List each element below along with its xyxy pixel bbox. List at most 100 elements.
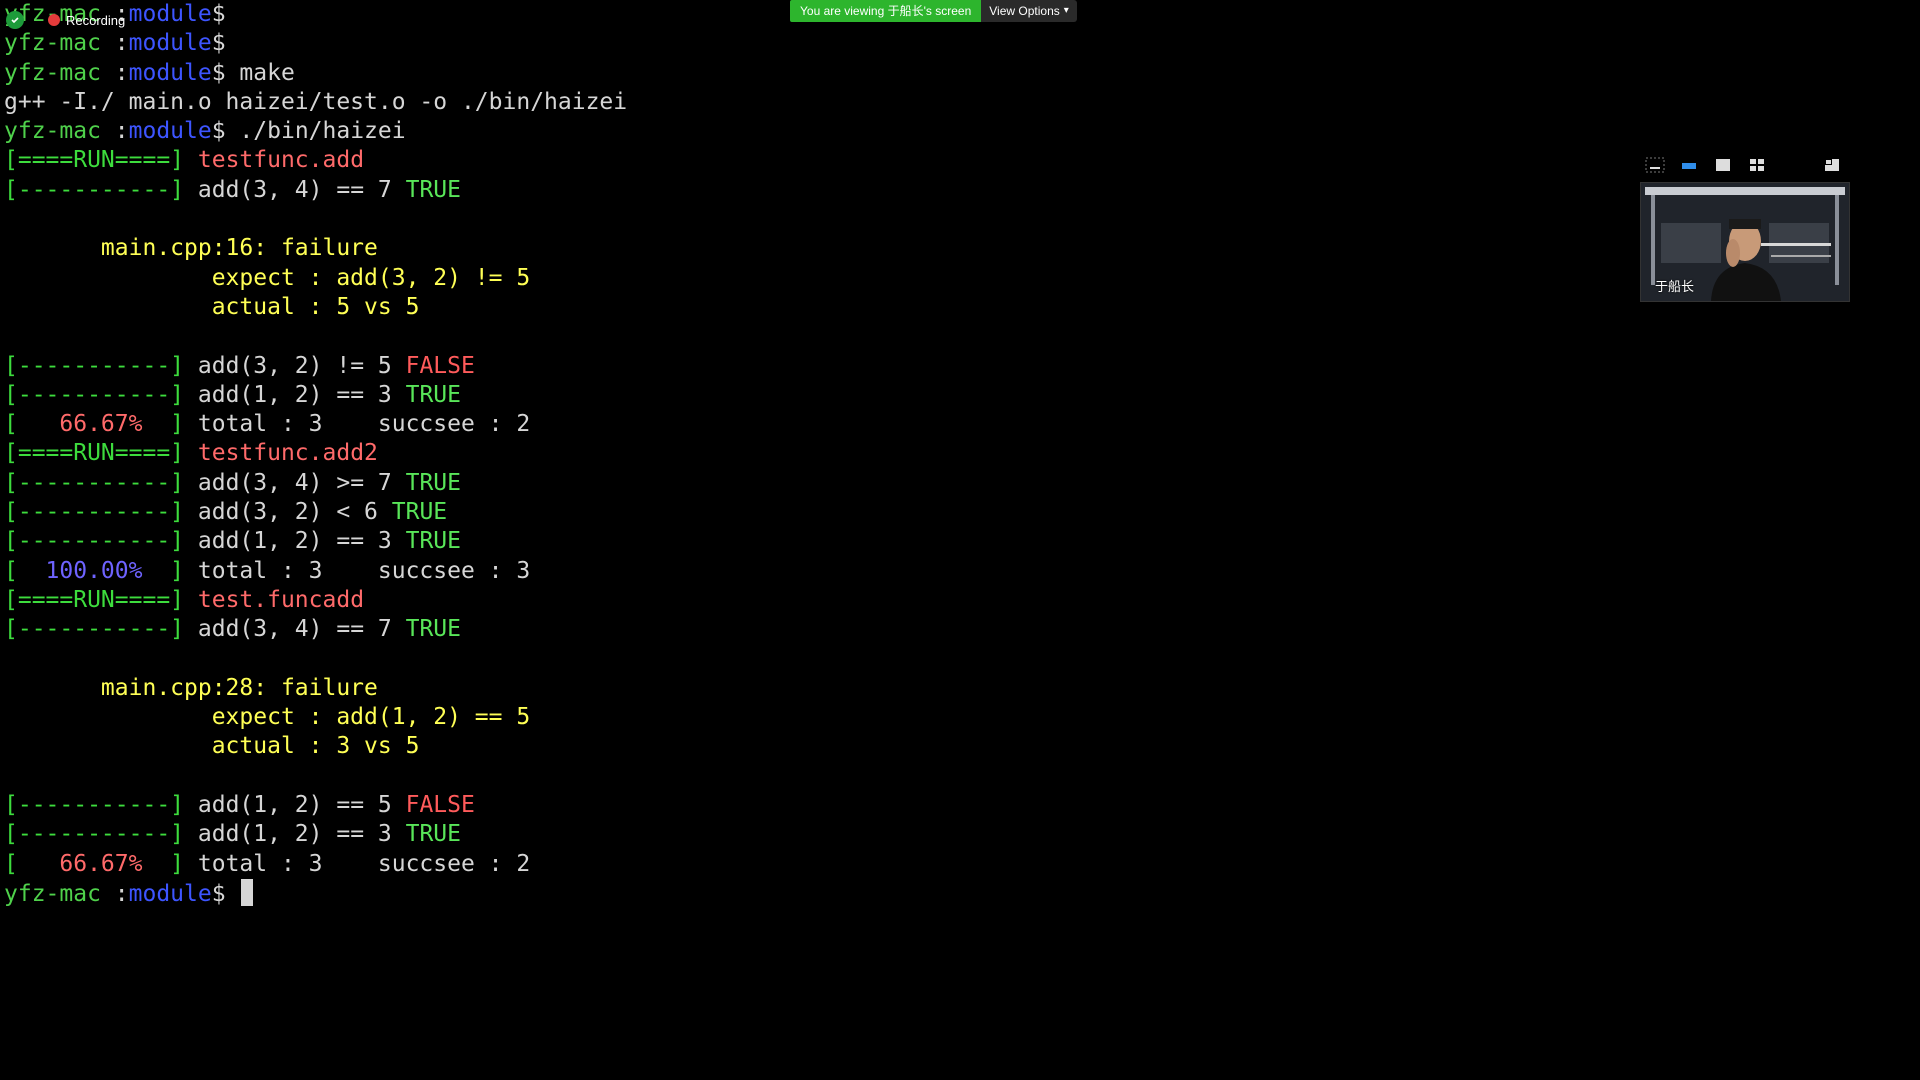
terminal-text-segment: add(3, 4) >= 7 bbox=[197, 469, 406, 496]
terminal-line: [-----------] add(3, 2) != 5 FALSE bbox=[4, 352, 1624, 381]
terminal-text-segment: testfunc.add2 bbox=[197, 440, 378, 467]
terminal-text-segment: : bbox=[114, 118, 129, 145]
terminal-text-segment: 100.00% bbox=[45, 557, 143, 584]
terminal-text-segment: [-----------] bbox=[4, 176, 198, 203]
terminal-text-segment: module bbox=[128, 59, 212, 86]
terminal-text-segment: total : 3 succsee : 2 bbox=[197, 411, 531, 438]
terminal-line: yfz-mac :module$ make bbox=[4, 59, 1624, 88]
chevron-down-icon: ▾ bbox=[1063, 5, 1069, 16]
exit-fullscreen-video-button[interactable] bbox=[1821, 156, 1843, 174]
terminal-line: actual : 3 vs 5 bbox=[4, 732, 1624, 761]
terminal-line: yfz-mac :module$ ./bin/haizei bbox=[4, 117, 1624, 146]
recording-indicator[interactable]: Recording bbox=[6, 8, 125, 32]
terminal-text-segment: [-----------] bbox=[4, 381, 198, 408]
terminal-line: [-----------] add(3, 2) < 6 TRUE bbox=[4, 498, 1624, 527]
terminal-text-segment: module bbox=[128, 30, 212, 57]
terminal-output[interactable]: yfz-mac :module$ yfz-mac :module$ yfz-mac … bbox=[4, 0, 1624, 1080]
view-options-button[interactable]: View Options ▾ bbox=[981, 0, 1077, 22]
terminal-text-segment: module bbox=[128, 1, 212, 27]
minimize-video-button[interactable] bbox=[1644, 156, 1666, 174]
viewing-screen-status: You are viewing 于船长's screen bbox=[790, 0, 982, 22]
terminal-text-segment: add(3, 4) == 7 bbox=[197, 616, 406, 643]
terminal-line: [-----------] add(1, 2) == 5 FALSE bbox=[4, 791, 1624, 820]
terminal-text-segment: $ bbox=[211, 30, 226, 57]
terminal-text-segment: add(1, 2) == 3 bbox=[197, 821, 406, 848]
terminal-line: main.cpp:16: failure bbox=[4, 234, 1624, 263]
terminal-text-segment: expect : add(1, 2) == 5 bbox=[4, 704, 531, 731]
terminal-text-segment: [-----------] bbox=[4, 499, 198, 526]
terminal-line: [ 66.67% ] total : 3 succsee : 2 bbox=[4, 850, 1624, 879]
terminal-text-segment: FALSE bbox=[405, 352, 475, 379]
terminal-text-segment: [====RUN====] bbox=[4, 147, 198, 174]
recording-dot-icon bbox=[48, 14, 60, 26]
terminal-line: [-----------] add(1, 2) == 3 TRUE bbox=[4, 381, 1624, 410]
terminal-line: [====RUN====] testfunc.add2 bbox=[4, 439, 1624, 468]
terminal-text-segment: yfz-mac bbox=[4, 118, 115, 145]
view-options-label: View Options bbox=[989, 4, 1060, 18]
terminal-line: [-----------] add(3, 4) == 7 TRUE bbox=[4, 176, 1624, 205]
hide-video-button[interactable] bbox=[1678, 156, 1700, 174]
terminal-text-segment: expect : add(3, 2) != 5 bbox=[4, 264, 531, 291]
terminal-text-segment: ] bbox=[142, 557, 198, 584]
terminal-line: yfz-mac :module$ bbox=[4, 878, 1624, 908]
terminal-text-segment: [-----------] bbox=[4, 528, 198, 555]
terminal-text-segment: add(1, 2) == 3 bbox=[197, 381, 406, 408]
terminal-line: expect : add(1, 2) == 5 bbox=[4, 703, 1624, 732]
terminal-text-segment: main.cpp:28: failure bbox=[4, 674, 378, 701]
terminal-text-segment: TRUE bbox=[405, 616, 461, 643]
terminal-text-segment: [====RUN====] bbox=[4, 586, 198, 613]
terminal-text-segment: [-----------] bbox=[4, 469, 198, 496]
terminal-line: [-----------] add(1, 2) == 3 TRUE bbox=[4, 527, 1624, 556]
terminal-line: main.cpp:28: failure bbox=[4, 674, 1624, 703]
gallery-view-icon[interactable] bbox=[1746, 156, 1768, 174]
terminal-text-segment: TRUE bbox=[405, 469, 461, 496]
terminal-text-segment: TRUE bbox=[405, 821, 461, 848]
participant-name: 于船长 bbox=[1655, 279, 1695, 294]
terminal-cursor bbox=[241, 878, 254, 906]
terminal-text-segment: add(3, 4) == 7 bbox=[197, 176, 406, 203]
terminal-line: [====RUN====] testfunc.add bbox=[4, 146, 1624, 175]
terminal-line: [-----------] add(1, 2) == 3 TRUE bbox=[4, 820, 1624, 849]
terminal-line: actual : 5 vs 5 bbox=[4, 293, 1624, 322]
terminal-text-segment: total : 3 succsee : 2 bbox=[197, 850, 531, 877]
terminal-text-segment: TRUE bbox=[391, 499, 448, 526]
terminal-text-segment: add(3, 2) != 5 bbox=[197, 352, 406, 379]
terminal-text-segment: g++ -I./ main.o haizei/test.o -o ./bin/h… bbox=[4, 88, 628, 115]
terminal-line: yfz-mac :module$ bbox=[4, 29, 1624, 58]
terminal-text-segment: module bbox=[128, 118, 212, 145]
terminal-text-segment: yfz-mac bbox=[4, 30, 115, 57]
terminal-text-segment: add(3, 2) < 6 bbox=[197, 499, 392, 526]
terminal-text-segment: FALSE bbox=[405, 792, 475, 819]
recording-label: Recording bbox=[66, 12, 126, 28]
speaker-view-button[interactable] bbox=[1712, 156, 1734, 174]
terminal-text-segment: 66.67% bbox=[59, 850, 143, 877]
terminal-text-segment: main.cpp:16: failure bbox=[4, 235, 378, 262]
terminal-text-segment: ] bbox=[142, 411, 198, 438]
terminal-line: [====RUN====] test.funcadd bbox=[4, 586, 1624, 615]
terminal-text-segment: add(1, 2) == 5 bbox=[197, 792, 406, 819]
terminal-text-segment: yfz-mac bbox=[4, 59, 115, 86]
terminal-text-segment: test.funcadd bbox=[197, 586, 365, 613]
participant-video-tile[interactable]: 于船长 bbox=[1640, 182, 1850, 302]
terminal-text-segment: testfunc.add bbox=[197, 147, 365, 174]
terminal-text-segment: TRUE bbox=[405, 528, 461, 555]
terminal-text-segment: ] bbox=[142, 850, 198, 877]
terminal-text-segment: yfz-mac bbox=[4, 880, 115, 907]
terminal-text-segment: $ bbox=[211, 880, 240, 907]
screen-share-banner: You are viewing 于船长's screen View Option… bbox=[790, 0, 1077, 22]
terminal-text-segment: actual : 5 vs 5 bbox=[4, 293, 420, 320]
terminal-line: [ 100.00% ] total : 3 succsee : 3 bbox=[4, 557, 1624, 586]
terminal-text-segment: [-----------] bbox=[4, 352, 198, 379]
terminal-text-segment: $ bbox=[211, 1, 226, 27]
terminal-text-segment: $ ./bin/haizei bbox=[211, 118, 406, 145]
terminal-text-segment: : bbox=[114, 30, 129, 57]
terminal-line: [-----------] add(3, 4) == 7 TRUE bbox=[4, 615, 1624, 644]
terminal-line: expect : add(3, 2) != 5 bbox=[4, 264, 1624, 293]
terminal-text-segment: : bbox=[114, 880, 129, 907]
terminal-text-segment: add(1, 2) == 3 bbox=[197, 528, 406, 555]
terminal-text-segment: [-----------] bbox=[4, 821, 198, 848]
